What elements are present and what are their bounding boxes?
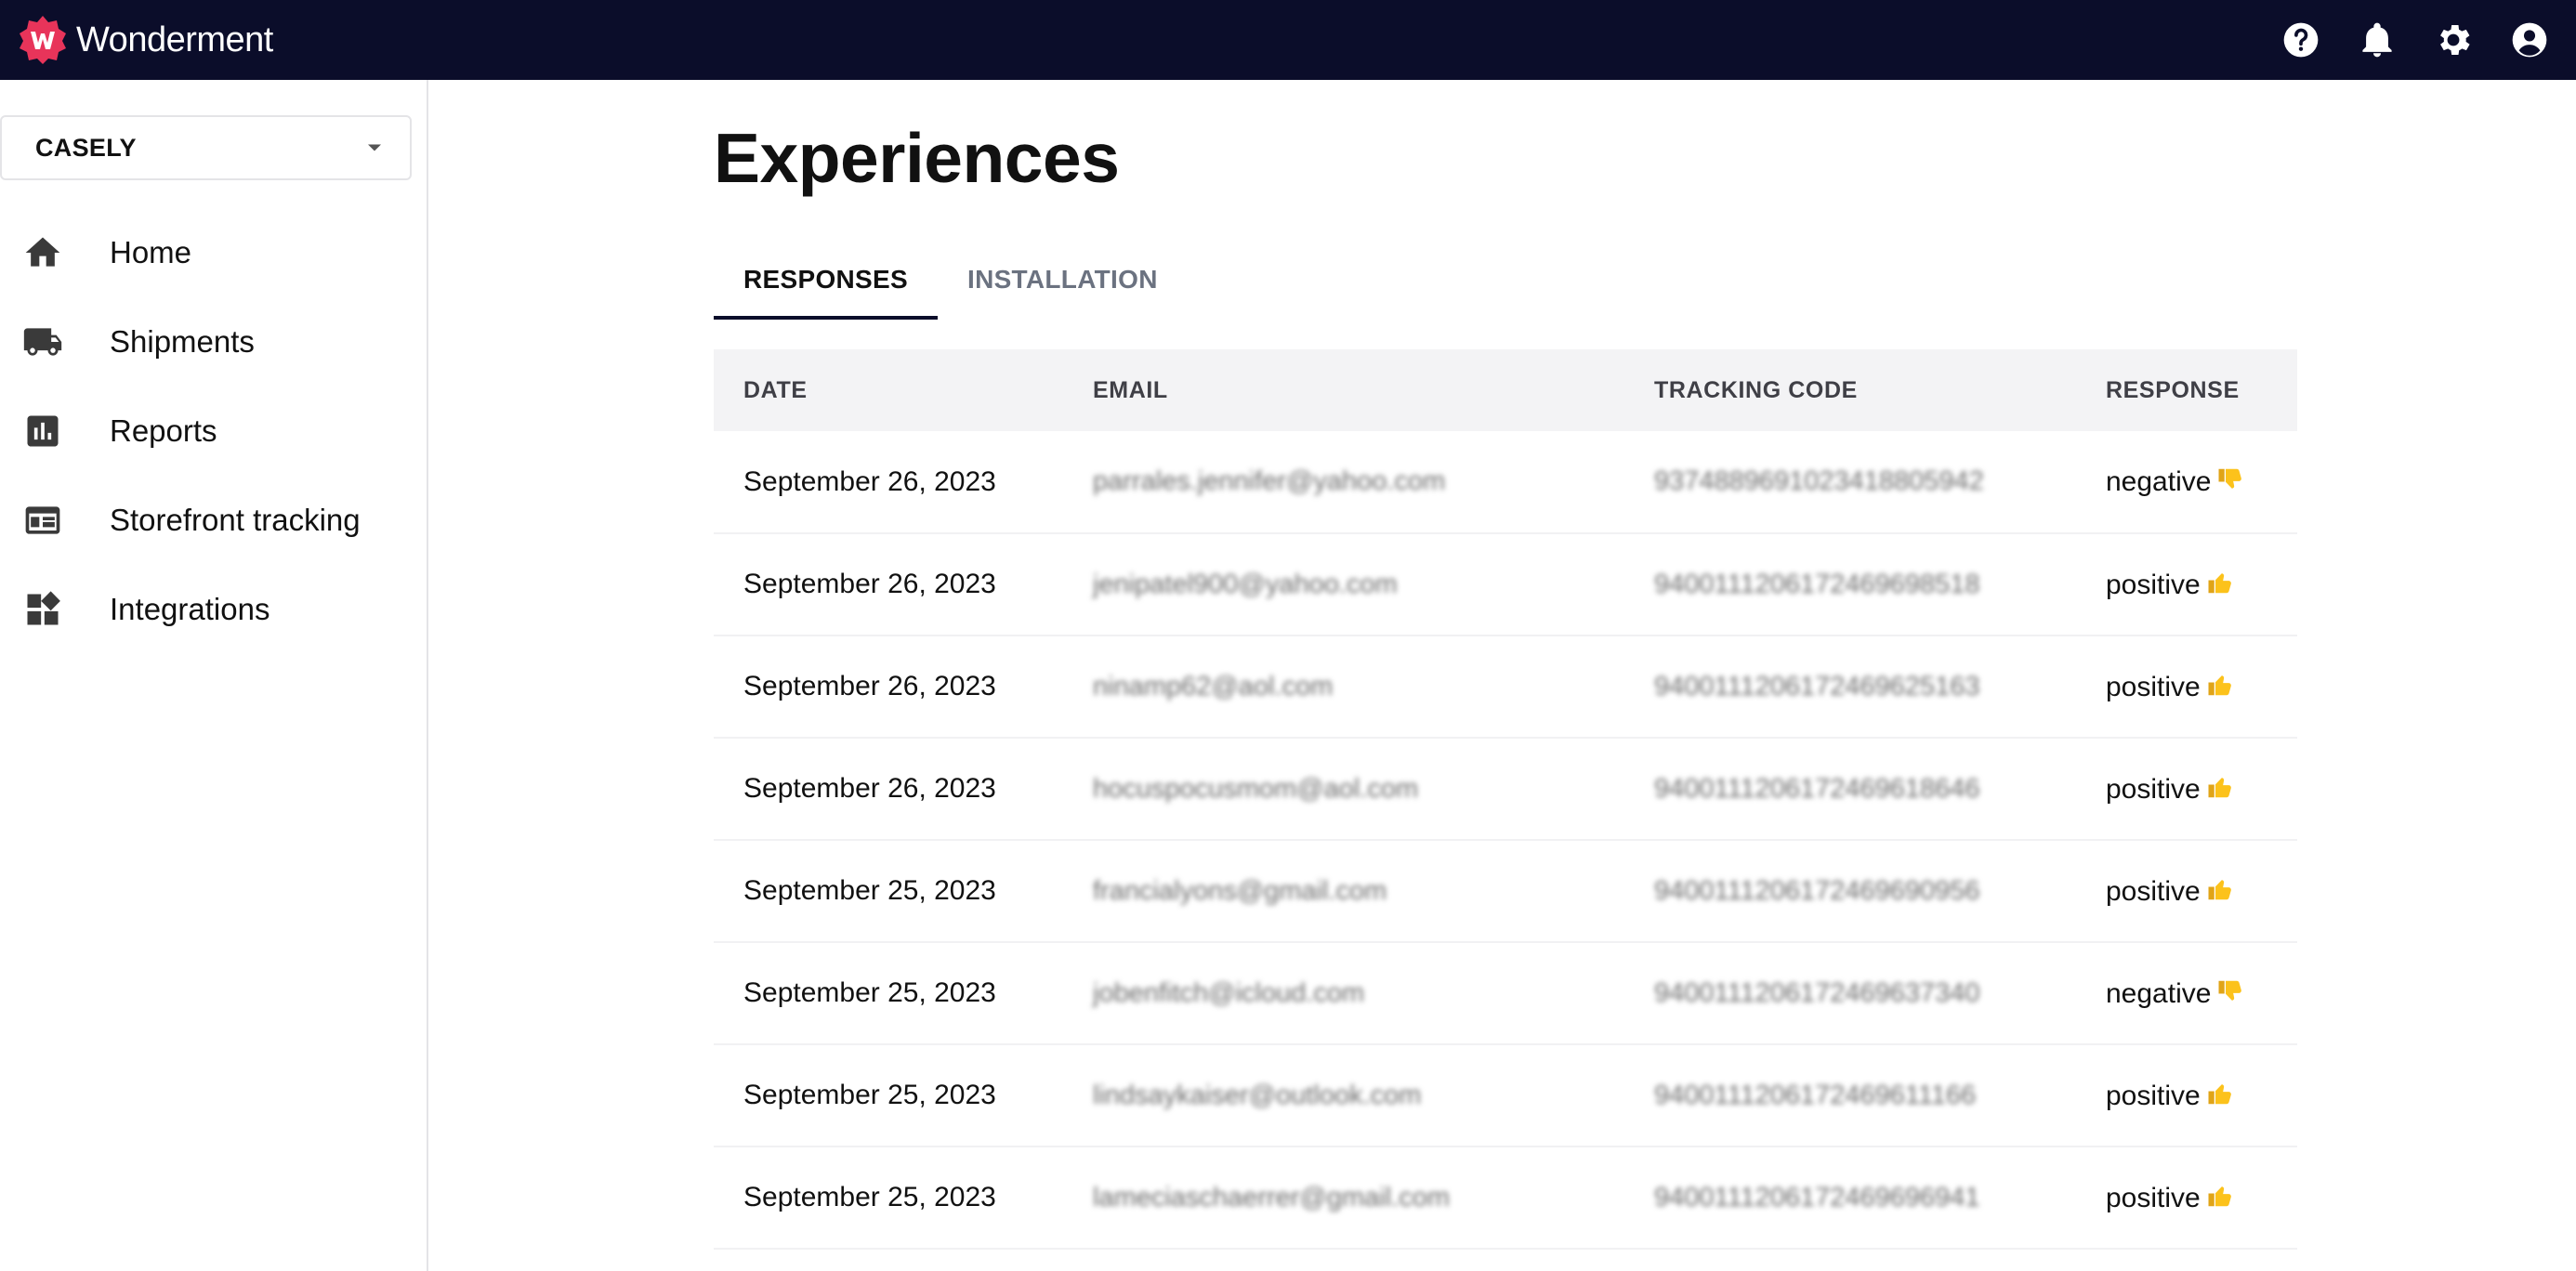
sidebar-item-label: Home: [110, 235, 192, 269]
sidebar-item-label: Shipments: [110, 324, 255, 359]
cell-email: lindsaykaiser@outlook.com: [1093, 1080, 1422, 1110]
cell-email: ninamp62@aol.com: [1093, 671, 1334, 701]
column-header-response[interactable]: RESPONSE: [2076, 349, 2297, 431]
wonderment-logo-icon: [20, 16, 66, 64]
table-row[interactable]: September 26, 2023 jenipatel900@yahoo.co…: [714, 533, 2297, 636]
cell-tracking-code: 9400111206172469611166: [1654, 1080, 1977, 1110]
cell-email: jobenfitch@icloud.com: [1093, 977, 1365, 1008]
responses-table: DATE EMAIL TRACKING CODE RESPONSE Septem…: [714, 349, 2297, 1250]
cell-tracking-code: 9400111206172469618646: [1654, 773, 1980, 804]
table-row[interactable]: September 25, 2023 jobenfitch@icloud.com…: [714, 942, 2297, 1044]
bell-icon[interactable]: [2357, 20, 2398, 60]
cell-date: September 25, 2023: [743, 977, 996, 1008]
sidebar-item-storefront-tracking[interactable]: Storefront tracking: [0, 476, 427, 565]
table-row[interactable]: September 26, 2023 ninamp62@aol.com 9400…: [714, 636, 2297, 738]
table-row[interactable]: September 25, 2023 lindsaykaiser@outlook…: [714, 1044, 2297, 1147]
sidebar: CASELY Home Shipments Reports Storefront…: [0, 80, 428, 1271]
column-header-date[interactable]: DATE: [714, 349, 1063, 431]
sidebar-item-integrations[interactable]: Integrations: [0, 565, 427, 654]
cell-email: lameciaschaerrer@gmail.com: [1093, 1182, 1450, 1212]
cell-response: positive: [2076, 738, 2297, 840]
thumbs-up-icon: [2206, 569, 2234, 596]
thumbs-up-icon: [2206, 671, 2234, 699]
cell-date: September 25, 2023: [743, 1080, 996, 1110]
account-icon[interactable]: [2509, 20, 2550, 60]
table-row[interactable]: September 25, 2023 lameciaschaerrer@gmai…: [714, 1147, 2297, 1249]
response-text: positive: [2106, 671, 2201, 702]
column-header-email[interactable]: EMAIL: [1063, 349, 1624, 431]
response-text: positive: [2106, 773, 2201, 805]
column-header-tracking-code[interactable]: TRACKING CODE: [1624, 349, 2076, 431]
settings-icon[interactable]: [2433, 20, 2474, 60]
table-row[interactable]: September 26, 2023 hocuspocusmom@aol.com…: [714, 738, 2297, 840]
cell-date: September 25, 2023: [743, 875, 996, 906]
truck-icon: [20, 320, 65, 364]
table-row[interactable]: September 25, 2023 francialyons@gmail.co…: [714, 840, 2297, 942]
thumbs-up-icon: [2206, 1080, 2234, 1107]
sidebar-item-home[interactable]: Home: [0, 208, 427, 297]
tabs: RESPONSES INSTALLATION: [714, 240, 1188, 320]
cell-response: negative: [2076, 431, 2297, 533]
page-title: Experiences: [714, 119, 1120, 197]
help-icon[interactable]: [2280, 20, 2321, 60]
caret-down-icon: [368, 144, 381, 151]
cell-email: francialyons@gmail.com: [1093, 875, 1387, 906]
storefront-icon: [20, 498, 65, 543]
cell-tracking-code: 9400111206172469690956: [1654, 875, 1980, 906]
cell-response: positive: [2076, 840, 2297, 942]
tab-installation[interactable]: INSTALLATION: [938, 240, 1188, 320]
thumbs-up-icon: [2206, 875, 2234, 903]
brand-name: Wonderment: [76, 20, 273, 59]
brand[interactable]: Wonderment: [17, 14, 273, 66]
sidebar-item-shipments[interactable]: Shipments: [0, 297, 427, 387]
sidebar-item-reports[interactable]: Reports: [0, 387, 427, 476]
cell-date: September 25, 2023: [743, 1182, 996, 1212]
sidebar-item-label: Reports: [110, 413, 217, 448]
cell-date: September 26, 2023: [743, 465, 996, 497]
sidebar-item-label: Integrations: [110, 592, 270, 626]
thumbs-up-icon: [2206, 1182, 2234, 1210]
cell-email: jenipatel900@yahoo.com: [1093, 569, 1398, 599]
cell-response: positive: [2076, 1044, 2297, 1147]
cell-tracking-code: 9400111206172469625163: [1654, 671, 1980, 701]
cell-response: negative: [2076, 942, 2297, 1044]
table-header-row: DATE EMAIL TRACKING CODE RESPONSE: [714, 349, 2297, 431]
cell-email: parrales.jennifer@yahoo.com: [1093, 466, 1446, 496]
cell-tracking-code: 9400111206172469698518: [1654, 569, 1980, 599]
cell-response: positive: [2076, 636, 2297, 738]
bar-chart-icon: [20, 409, 65, 453]
thumbs-down-icon: [2216, 465, 2244, 493]
response-text: negative: [2106, 466, 2212, 497]
response-text: positive: [2106, 569, 2201, 600]
cell-date: September 26, 2023: [743, 671, 996, 701]
thumbs-down-icon: [2216, 977, 2244, 1005]
table-row[interactable]: September 26, 2023 parrales.jennifer@yah…: [714, 431, 2297, 533]
response-text: positive: [2106, 875, 2201, 907]
organization-select[interactable]: CASELY: [0, 115, 412, 180]
organization-name: CASELY: [35, 133, 137, 162]
sidebar-nav: Home Shipments Reports Storefront tracki…: [0, 208, 427, 654]
thumbs-up-icon: [2206, 773, 2234, 801]
cell-email: hocuspocusmom@aol.com: [1093, 773, 1419, 804]
cell-response: positive: [2076, 533, 2297, 636]
cell-response: positive: [2076, 1147, 2297, 1249]
response-text: negative: [2106, 977, 2212, 1009]
top-bar: Wonderment: [0, 0, 2576, 80]
widgets-icon: [20, 587, 65, 632]
cell-date: September 26, 2023: [743, 773, 996, 804]
cell-tracking-code: 9374889691023418805942: [1654, 466, 1984, 496]
cell-tracking-code: 9400111206172469637340: [1654, 977, 1980, 1008]
cell-date: September 26, 2023: [743, 569, 996, 599]
tab-responses[interactable]: RESPONSES: [714, 240, 938, 320]
sidebar-item-label: Storefront tracking: [110, 503, 361, 537]
response-text: positive: [2106, 1182, 2201, 1213]
home-icon: [20, 230, 65, 275]
response-text: positive: [2106, 1080, 2201, 1111]
top-icons: [2280, 20, 2557, 60]
cell-tracking-code: 9400111206172469696941: [1654, 1182, 1980, 1212]
